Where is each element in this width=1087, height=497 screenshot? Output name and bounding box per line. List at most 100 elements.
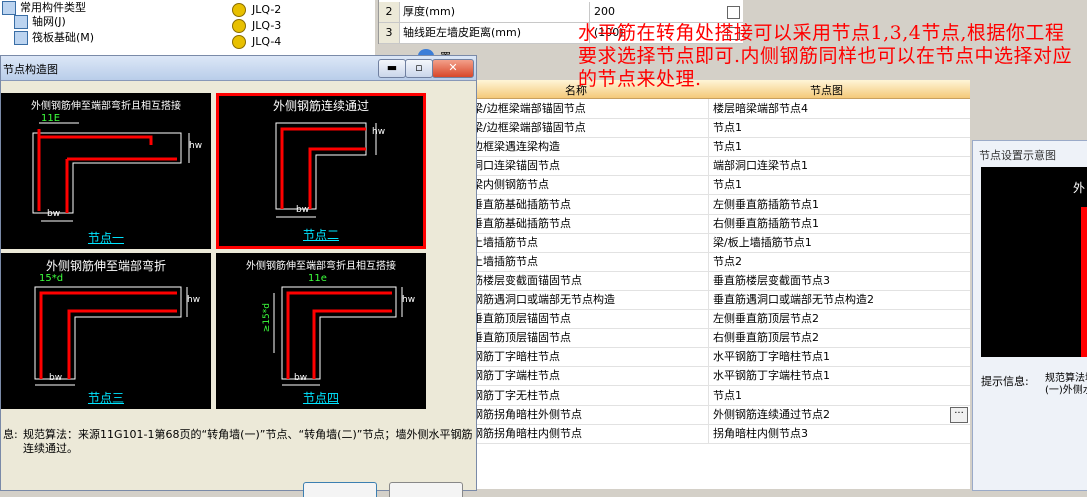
grid-cell-name: 筋楼层变截面锚固节点: [472, 273, 582, 287]
grid-cell-value[interactable]: 水平钢筋丁字端柱节点1: [708, 366, 971, 386]
node-title: 外侧钢筋伸至端部弯折且相互搭接: [31, 101, 181, 112]
grid-row[interactable]: 钢筋拐角暗柱内侧节点 拐角暗柱内侧节点3: [470, 423, 971, 444]
dialog-titlebar[interactable]: 节点构造图 ▬ ▫ ✕: [1, 56, 476, 81]
grid-row[interactable]: 钢筋丁字端柱节点 水平钢筋丁字端柱节点1: [470, 366, 971, 387]
grid-row[interactable]: 钢筋丁字暗柱节点 水平钢筋丁字暗柱节点1: [470, 347, 971, 368]
property-value[interactable]: 200: [589, 2, 704, 22]
tree-item-grid[interactable]: 轴网(J): [14, 14, 66, 30]
grid-row[interactable]: 上墙插筋节点 节点2: [470, 251, 971, 272]
grid-cell-value[interactable]: 左侧垂直筋插筋节点1: [708, 194, 971, 214]
tree-item-label: 筏板基础(M): [32, 31, 95, 44]
tree-item-jlq2[interactable]: JLQ-2: [232, 2, 281, 18]
tree-item-label: 轴网(J): [32, 15, 66, 28]
tree-item-raft[interactable]: 筏板基础(M): [14, 30, 94, 46]
grid-cell-value[interactable]: 节点1: [708, 385, 971, 405]
cancel-button[interactable]: [389, 482, 463, 497]
grid-cell-name: 边框梁遇连梁构造: [472, 140, 560, 154]
grid-row[interactable]: 洞口连梁锚固节点 端部洞口连梁节点1: [470, 156, 971, 177]
grid-cell-value[interactable]: 节点1: [708, 137, 971, 157]
grid-row[interactable]: 边框梁遇连梁构造 节点1: [470, 137, 971, 158]
ok-button[interactable]: [303, 482, 377, 497]
node-settings-grid: 名称 节点图 梁/边框梁端部锚固节点 楼层暗梁端部节点4 梁/边框梁端部锚固节点 节点…: [470, 80, 970, 489]
dialog-title: 节点构造图: [3, 63, 58, 76]
annotation-text: 水平筋在转角处搭接可以采用节点1,3,4节点,根据你工程要求选择节点即可.内侧钢…: [578, 22, 1073, 90]
property-name: 轴线距左墙皮距离(mm): [403, 26, 522, 39]
tree-item-label: 常用构件类型: [20, 1, 86, 14]
grid-row[interactable]: 钢筋拐角暗柱外侧节点 外侧钢筋连续通过节点2 ···: [470, 404, 971, 425]
grid-cell-name: 上墙插筋节点: [472, 235, 538, 249]
grid-cell-value[interactable]: 外侧钢筋连续通过节点2: [708, 404, 971, 424]
grid-row[interactable]: 筋楼层变截面锚固节点 垂直筋楼层变截面节点3: [470, 270, 971, 291]
close-button[interactable]: ✕: [432, 59, 474, 78]
property-row[interactable]: 2 厚度(mm) 200: [379, 2, 743, 23]
node-option-4[interactable]: 外侧钢筋伸至端部弯折且相互搭接 11e ≥15*d hw bw 节点四: [216, 253, 426, 409]
node-preview-panel: 节点设置示意图 外 提示信息: 规范算法墙(一)外侧水平: [972, 140, 1087, 491]
row-number: 2: [379, 2, 400, 22]
gear-icon: [232, 3, 246, 17]
raft-icon: [14, 31, 28, 45]
grid-cell-value[interactable]: 端部洞口连梁节点1: [708, 156, 971, 176]
grid-row[interactable]: 钢筋丁字无柱节点 节点1: [470, 385, 971, 406]
preview-title: 节点设置示意图: [979, 149, 1056, 162]
node-caption: 节点一: [87, 231, 124, 245]
node-bw-label: bw: [294, 373, 308, 383]
grid-row[interactable]: 上墙插筋节点 梁/板上墙插筋节点1: [470, 232, 971, 253]
grid-cell-name: 垂直筋顶层锚固节点: [472, 312, 571, 326]
grid-cell-name: 梁/边框梁端部锚固节点: [472, 121, 586, 135]
grid-cell-name: 钢筋拐角暗柱外侧节点: [472, 407, 582, 421]
tree-item-jlq4[interactable]: JLQ-4: [232, 34, 281, 50]
grid-cell-value[interactable]: 水平钢筋丁字暗柱节点1: [708, 347, 971, 367]
grid-cell-name: 垂直筋顶层锚固节点: [472, 331, 571, 345]
gear-icon: [232, 19, 246, 33]
grid-cell-value[interactable]: 垂直筋遇洞口或端部无节点构造2: [708, 290, 971, 309]
grid-cell-value[interactable]: 节点1: [708, 118, 971, 138]
grid-cell-value[interactable]: 左侧垂直筋顶层节点2: [708, 309, 971, 329]
grid-row[interactable]: 垂直筋基础插筋节点 左侧垂直筋插筋节点1: [470, 194, 971, 215]
grid-cell-value[interactable]: 节点2: [708, 251, 971, 271]
preview-rebar: [1081, 207, 1087, 357]
node-option-1[interactable]: 外侧钢筋伸至端部弯折且相互搭接 11E hw bw 节点一: [1, 93, 211, 249]
grid-cell-value[interactable]: 右侧垂直筋插筋节点1: [708, 213, 971, 233]
grid-cell-name: 钢筋遇洞口或端部无节点构造: [472, 293, 615, 306]
hint-text: 规范算法：来源11G101-1第68页的“转角墙(一)”节点、“转角墙(二)”节…: [23, 428, 473, 455]
grid-row[interactable]: 垂直筋基础插筋节点 右侧垂直筋插筋节点1: [470, 213, 971, 234]
grid-cell-value[interactable]: 节点1: [708, 175, 971, 195]
property-name: 厚度(mm): [403, 5, 456, 18]
grid-cell-name: 洞口连梁锚固节点: [472, 159, 560, 173]
grid-cell-name: 钢筋丁字暗柱节点: [472, 350, 560, 364]
tree-item-jlq3[interactable]: JLQ-3: [232, 18, 281, 34]
preview-info-label: 提示信息:: [981, 375, 1029, 388]
node-dimension: 15*d: [39, 273, 64, 284]
node-1-diagram: [32, 122, 190, 222]
grid-cell-value[interactable]: 右侧垂直筋顶层节点2: [708, 328, 971, 348]
grid-cell-name: 垂直筋基础插筋节点: [472, 216, 571, 230]
grid-cell-name: 垂直筋基础插筋节点: [472, 197, 571, 211]
grid-cell-name: 钢筋丁字端柱节点: [472, 369, 560, 383]
grid-cell-name: 梁内侧钢筋节点: [472, 178, 549, 192]
node-hw-label: hw: [189, 141, 203, 151]
grid-cell-value[interactable]: 梁/板上墙插筋节点1: [708, 232, 971, 252]
grid-row[interactable]: 钢筋遇洞口或端部无节点构造 垂直筋遇洞口或端部无节点构造2: [470, 290, 970, 310]
grid-row[interactable]: 梁/边框梁端部锚固节点 楼层暗梁端部节点4: [470, 99, 970, 119]
property-checkbox[interactable]: [727, 6, 740, 19]
node-dimension: 11E: [41, 113, 61, 124]
node-option-2[interactable]: 外侧钢筋连续通过 hw bw 节点二: [216, 93, 426, 249]
tree-item-label: JLQ-4: [252, 35, 282, 48]
node-bw-label: bw: [47, 209, 61, 219]
grid-row[interactable]: 梁/边框梁端部锚固节点 节点1: [470, 118, 971, 139]
preview-image: 外: [981, 167, 1087, 357]
grid-row[interactable]: 梁内侧钢筋节点 节点1: [470, 175, 971, 196]
grid-cell-value[interactable]: 楼层暗梁端部节点4: [708, 99, 971, 118]
node-caption: 节点四: [302, 391, 339, 405]
grid-row[interactable]: 垂直筋顶层锚固节点 左侧垂直筋顶层节点2: [470, 309, 971, 330]
grid-cell-value[interactable]: 垂直筋楼层变截面节点3: [708, 270, 971, 290]
hint-label: 息:: [3, 428, 18, 441]
maximize-button[interactable]: ▫: [405, 59, 433, 78]
ellipsis-button[interactable]: ···: [950, 406, 968, 423]
grid-row[interactable]: 垂直筋顶层锚固节点 右侧垂直筋顶层节点2: [470, 328, 971, 349]
node-title: 外侧钢筋连续通过: [272, 99, 369, 113]
node-diagram-dialog: 节点构造图 ▬ ▫ ✕ 外侧钢筋伸至端部弯折且相互搭接 11E hw bw 节点…: [0, 55, 477, 497]
minimize-button[interactable]: ▬: [378, 59, 406, 78]
grid-cell-value[interactable]: 拐角暗柱内侧节点3: [708, 423, 971, 443]
node-option-3[interactable]: 外侧钢筋伸至端部弯折 15*d hw bw 节点三: [1, 253, 211, 409]
